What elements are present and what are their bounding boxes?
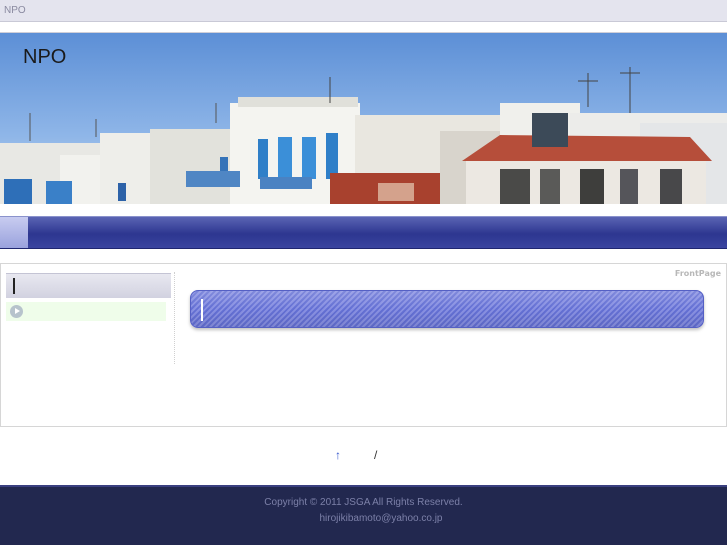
footer-navigation: ↑ / (0, 448, 727, 464)
header-banner: NPO (0, 32, 727, 204)
site-title[interactable]: NPO (23, 46, 66, 69)
banner-photo (0, 33, 727, 204)
sidebar-item[interactable] (6, 302, 166, 321)
top-bar: NPO (0, 0, 727, 22)
contact-email[interactable]: hirojikibamoto@yahoo.co.jp (0, 513, 727, 524)
heading-marker (201, 299, 203, 321)
copyright-text: Copyright © 2011 JSGA All Rights Reserve… (264, 497, 463, 508)
home-tab[interactable] (0, 217, 28, 248)
footer: Copyright © 2011 JSGA All Rights Reserve… (0, 485, 727, 545)
sidebar (5, 272, 175, 364)
heading-gloss (191, 291, 703, 327)
nav-separator: / (374, 448, 378, 462)
page-heading-bar (190, 290, 704, 328)
back-to-top-arrow-icon[interactable]: ↑ (335, 448, 341, 462)
heading-marker (13, 278, 15, 294)
sidebar-heading (6, 273, 171, 298)
content-area: FrontPage (0, 263, 727, 427)
global-nav-bar (0, 216, 727, 249)
window-title: NPO (4, 5, 26, 16)
circle-play-icon (10, 305, 23, 318)
breadcrumb-frontpage[interactable]: FrontPage (675, 269, 721, 278)
